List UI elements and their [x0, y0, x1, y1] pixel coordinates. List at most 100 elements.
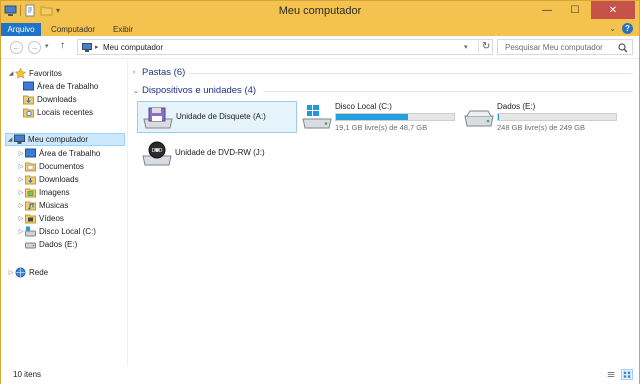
dvd-drive-icon: DVD	[142, 141, 172, 166]
computer-icon	[14, 134, 25, 144]
drive-dvd-rw-j[interactable]: DVD Unidade de DVD-RW (J:)	[137, 138, 297, 170]
downloads-icon	[25, 175, 36, 185]
nav-item-disco-local-c[interactable]: ▷ Disco Local (C:)	[17, 225, 96, 238]
expand-icon[interactable]: ▷	[17, 215, 25, 222]
nav-rede[interactable]: ▷ Rede	[7, 266, 48, 279]
expand-ribbon-icon[interactable]: ⌄	[609, 24, 616, 33]
nav-item-area-de-trabalho[interactable]: ▷ Área de Trabalho	[17, 147, 100, 160]
expand-group-icon[interactable]: ›	[133, 69, 142, 76]
expand-icon[interactable]: ▷	[17, 202, 25, 209]
back-button[interactable]: ←	[10, 41, 23, 54]
videos-icon	[25, 214, 36, 224]
expand-icon[interactable]: ▷	[17, 228, 25, 235]
expand-icon[interactable]: ▷	[17, 150, 25, 157]
drive-usage-bar	[335, 113, 455, 121]
expand-icon[interactable]: ▷	[17, 189, 25, 196]
tab-exibir[interactable]: Exibir	[107, 23, 139, 36]
nav-item-label: Área de Trabalho	[39, 149, 101, 158]
navigation-pane: ◢ Favoritos Área de Trabalho Downloads L…	[1, 60, 128, 366]
nav-item-label: Downloads	[37, 95, 77, 104]
refresh-icon[interactable]: ↻	[478, 41, 490, 52]
nav-item-label: Imagens	[39, 188, 70, 197]
drive-dados-e[interactable]: Dados (E:) 248 GB livre(s) de 249 GB	[459, 101, 624, 133]
nav-item-downloads[interactable]: ▷ Downloads	[17, 173, 79, 186]
desktop-icon	[25, 148, 36, 158]
downloads-icon	[23, 95, 34, 105]
nav-item-downloads[interactable]: Downloads	[23, 93, 77, 106]
documents-icon	[25, 162, 36, 172]
drive-disco-local-c[interactable]: Disco Local (C:) 19,1 GB livre(s) de 48,…	[297, 101, 462, 133]
nav-meu-computador[interactable]: ◢ Meu computador	[5, 133, 125, 146]
collapse-icon[interactable]: ◢	[6, 136, 14, 143]
drive-usage-fill	[336, 114, 408, 120]
ribbon-right-controls: ⌄ ?	[609, 23, 633, 34]
nav-item-locais-recentes[interactable]: Locais recentes	[23, 106, 93, 119]
group-divider	[189, 73, 633, 74]
desktop-icon	[23, 81, 34, 91]
explorer-window: ▾ Meu computador — ☐ ✕ Arquivo Computado…	[0, 0, 640, 384]
view-switcher	[605, 369, 633, 380]
hard-drive-icon	[25, 242, 36, 249]
nav-item-area-de-trabalho[interactable]: Área de Trabalho	[23, 80, 98, 93]
minimize-button[interactable]: —	[533, 1, 561, 19]
nav-item-musicas[interactable]: ▷ Músicas	[17, 199, 68, 212]
title-bar[interactable]: ▾ Meu computador — ☐ ✕	[1, 1, 639, 22]
tab-computador[interactable]: Computador	[45, 23, 101, 36]
drive-usage-bar	[497, 113, 617, 121]
address-row: ← → ▾ ↑ ▸ Meu computador ▾ ↻ Pesquisar M…	[1, 36, 639, 59]
recent-locations-icon[interactable]: ▾	[45, 42, 49, 50]
nav-item-documentos[interactable]: ▷ Documentos	[17, 160, 84, 173]
computer-icon	[82, 43, 92, 52]
drive-name: Disco Local (C:)	[335, 102, 392, 111]
explorer-content: ← → ▾ ↑ ▸ Meu computador ▾ ↻ Pesquisar M…	[1, 36, 639, 384]
search-icon[interactable]	[618, 43, 628, 53]
nav-item-videos[interactable]: ▷ Vídeos	[17, 212, 64, 225]
nav-item-label: Músicas	[39, 201, 69, 210]
drive-free-space: 19,1 GB livre(s) de 48,7 GB	[335, 123, 428, 132]
breadcrumb-current[interactable]: Meu computador	[103, 43, 163, 52]
nav-item-label: Área de Trabalho	[37, 82, 99, 91]
tiles-view-icon[interactable]	[621, 369, 633, 380]
nav-item-label: Vídeos	[39, 214, 64, 223]
drive-floppy-a[interactable]: Unidade de Disquete (A:)	[137, 101, 297, 133]
collapse-icon[interactable]: ◢	[7, 70, 15, 77]
drive-free-space: 248 GB livre(s) de 249 GB	[497, 123, 585, 132]
close-button[interactable]: ✕	[591, 1, 635, 19]
group-header-dispositivos[interactable]: ⌄ Dispositivos e unidades (4)	[133, 84, 256, 97]
network-icon	[15, 267, 26, 278]
drive-name: Unidade de Disquete (A:)	[176, 112, 266, 121]
item-count: 10 itens	[13, 370, 42, 379]
address-dropdown-icon[interactable]: ▾	[464, 43, 468, 51]
svg-text:DVD: DVD	[151, 148, 162, 154]
nav-item-label: Dados (E:)	[39, 240, 78, 249]
up-button[interactable]: ↑	[60, 40, 65, 51]
help-icon[interactable]: ?	[622, 23, 633, 34]
hard-drive-icon	[464, 110, 494, 127]
details-view-icon[interactable]	[605, 369, 617, 380]
group-title: Dispositivos e unidades (4)	[142, 85, 257, 96]
search-input[interactable]: Pesquisar Meu computador	[497, 39, 633, 55]
nav-favorites[interactable]: ◢ Favoritos	[7, 67, 62, 80]
star-icon	[15, 68, 26, 79]
expand-icon[interactable]: ▷	[17, 163, 25, 170]
ribbon-tabs: Arquivo Computador Exibir ⌄ ?	[1, 22, 639, 36]
group-title: Pastas (6)	[142, 67, 186, 78]
nav-favorites-label: Favoritos	[29, 69, 62, 78]
nav-network-label: Rede	[29, 268, 49, 277]
nav-item-dados-e[interactable]: Dados (E:)	[25, 238, 77, 251]
breadcrumb-chevron-icon[interactable]: ▸	[95, 43, 99, 51]
nav-item-label: Disco Local (C:)	[39, 227, 96, 236]
expand-icon[interactable]: ▷	[17, 176, 25, 183]
maximize-button[interactable]: ☐	[561, 1, 589, 19]
address-bar[interactable]: ▸ Meu computador ▾ ↻	[77, 39, 493, 55]
expand-icon[interactable]: ▷	[7, 269, 15, 276]
floppy-drive-icon	[143, 107, 173, 129]
nav-item-imagens[interactable]: ▷ Imagens	[17, 186, 70, 199]
collapse-group-icon[interactable]: ⌄	[133, 87, 142, 95]
forward-button[interactable]: →	[28, 41, 41, 54]
tab-arquivo[interactable]: Arquivo	[1, 23, 41, 36]
nav-item-label: Downloads	[39, 175, 79, 184]
group-header-pastas[interactable]: › Pastas (6)	[133, 66, 185, 79]
status-bar: 10 itens	[1, 366, 639, 384]
drive-name: Dados (E:)	[497, 102, 536, 111]
